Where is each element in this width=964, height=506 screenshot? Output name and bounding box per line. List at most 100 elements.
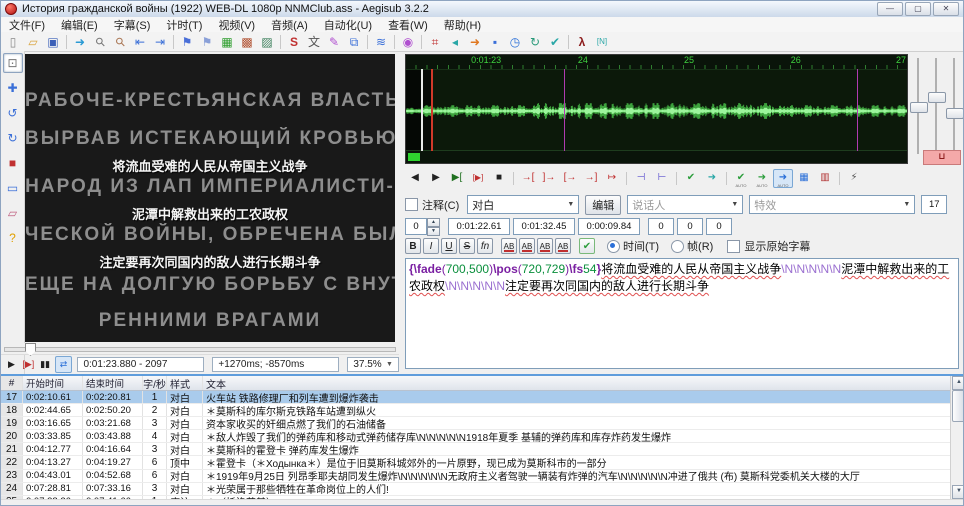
play-to-end-button[interactable]: ↦ (602, 169, 622, 188)
menu-item-3[interactable]: 计时(T) (158, 17, 210, 33)
grid-header-4[interactable]: 样式 (167, 376, 203, 390)
primary-color-button[interactable]: AB (501, 238, 517, 254)
styles-manager-button[interactable]: ▦ (217, 32, 237, 51)
stop-button[interactable]: ■ (489, 169, 509, 188)
resample-resolution-button[interactable]: ▩ (237, 32, 257, 51)
style-select[interactable]: 对白 ▼ (467, 195, 579, 214)
close-button[interactable]: ✕ (933, 2, 959, 16)
margin-right-field[interactable]: 0 (677, 218, 703, 235)
strikeout-button[interactable]: S (459, 238, 475, 254)
stop-preview-button[interactable]: ▪ (485, 32, 505, 51)
go-to-selection-button[interactable]: ➜ (702, 169, 722, 188)
subtitle-row-17[interactable]: 170:02:10.610:02:20.811对白火车站 铁路修理厂和列车遭到爆… (1, 391, 964, 404)
scroll-up-icon[interactable]: ▲ (952, 376, 964, 390)
selection-start-marker[interactable] (431, 69, 433, 151)
grid-scrollbar[interactable]: ▲ ▼ (950, 376, 964, 499)
show-original-checkbox[interactable] (727, 240, 740, 253)
lead-in-button[interactable]: ⊣ (631, 169, 651, 188)
new-file-button[interactable]: ▯ (3, 32, 23, 51)
subtitle-row-24[interactable]: 240:07:28.810:07:33.163对白＊光荣属于那些牺牲在革命岗位上… (1, 483, 964, 496)
play-before-selection-button[interactable]: →[ (518, 169, 538, 188)
video-pause-button[interactable]: ▮▮ (38, 357, 53, 372)
commit-button[interactable]: ✔ (681, 169, 701, 188)
translation-assistant-button[interactable]: 文 (304, 32, 324, 51)
grid-header-0[interactable]: # (1, 376, 23, 390)
grid-header-2[interactable]: 结束时间 (83, 376, 143, 390)
edit-style-button[interactable]: 编辑 (585, 195, 621, 215)
waveform-color-button[interactable]: ▥ (815, 169, 835, 188)
menu-item-7[interactable]: 查看(W) (380, 17, 436, 33)
fonts-collector-button[interactable]: ▨ (257, 32, 277, 51)
help-button[interactable]: ? (3, 228, 23, 248)
subtitle-row-22[interactable]: 220:04:13.270:04:19.276顶中＊霍登卡（＊Ходынка＊）… (1, 456, 964, 469)
time-mode-radio[interactable] (607, 240, 620, 253)
find-next-button[interactable]: ⚲ (110, 32, 130, 51)
play-first-500ms-button[interactable]: [→ (560, 169, 580, 188)
resample-button[interactable]: ↻ (525, 32, 545, 51)
layer-field[interactable]: 0 (405, 218, 427, 235)
layer-stepper[interactable]: ▲▼ (427, 218, 440, 235)
kanji-timer-button[interactable]: ◉ (398, 32, 418, 51)
subtitle-row-19[interactable]: 190:03:16.650:03:21.683对白资本家收买的奸细点燃了我们的石… (1, 417, 964, 430)
subtitle-row-20[interactable]: 200:03:33.850:03:43.884对白＊敌人炸毁了我们的弹药库和移动… (1, 430, 964, 443)
frame-mode-radio[interactable] (671, 240, 684, 253)
spectrum-mode-button[interactable]: ▦ (794, 169, 814, 188)
toggle-tags-button[interactable]: [N] (592, 32, 612, 51)
secondary-color-button[interactable]: AB (519, 238, 535, 254)
start-time-field[interactable]: 0:01:22.61 (448, 218, 510, 235)
automation-button[interactable]: λ (572, 32, 592, 51)
menu-item-5[interactable]: 音频(A) (263, 17, 316, 33)
h-zoom-slider-thumb[interactable] (910, 102, 928, 113)
keyframe-marker[interactable] (857, 69, 858, 151)
volume-slider-thumb[interactable] (946, 108, 964, 119)
auto-commit-button[interactable]: ✔AUTO (731, 169, 751, 188)
spell-toggle-button[interactable]: ✔ (545, 32, 565, 51)
rotate-z-tool-button[interactable]: ↺ (3, 103, 23, 123)
underline-button[interactable]: U (441, 238, 457, 254)
subtitle-text-editor[interactable]: {\fade(700,500)\pos(720,729)\fs54}将流血受难的… (405, 258, 959, 369)
auto-next-button[interactable]: ➜AUTO (752, 169, 772, 188)
menu-item-6[interactable]: 自动化(U) (316, 17, 380, 33)
shift-times-button[interactable]: ⌗ (425, 32, 445, 51)
restore-button[interactable]: ▢ (905, 2, 931, 16)
menu-item-4[interactable]: 视频(V) (210, 17, 263, 33)
standard-tool-button[interactable]: ⊡ (3, 53, 23, 73)
commit-button[interactable]: ✔ (579, 238, 595, 254)
properties-button[interactable]: ⚑ (177, 32, 197, 51)
shift-clock-button[interactable]: ◷ (505, 32, 525, 51)
play-after-selection-button[interactable]: ]→ (539, 169, 559, 188)
audio-waveform-panel[interactable]: 0:01:2324252627 (405, 54, 908, 164)
minimize-button[interactable]: — (877, 2, 903, 16)
video-zoom-select[interactable]: 37.5% ▼ (347, 357, 399, 372)
snap-start-to-video-button[interactable]: ⇤ (130, 32, 150, 51)
sort-lines-button[interactable]: ◂ (445, 32, 465, 51)
link-zoom-volume-button[interactable]: ⊔ (923, 150, 961, 165)
scroll-down-icon[interactable]: ▼ (952, 485, 964, 499)
line-boundary-marker[interactable] (421, 69, 423, 151)
margin-left-field[interactable]: 0 (648, 218, 674, 235)
scale-tool-button[interactable]: ■ (3, 153, 23, 173)
rotate-xy-tool-button[interactable]: ↻ (3, 128, 23, 148)
scroll-right-button[interactable]: ▶ (426, 169, 446, 188)
video-play-button[interactable]: ▶ (4, 357, 19, 372)
select-lines-button[interactable]: ➜ (465, 32, 485, 51)
menu-item-1[interactable]: 编辑(E) (53, 17, 106, 33)
save-file-button[interactable]: ▣ (43, 32, 63, 51)
grid-header-5[interactable]: 文本 (203, 376, 964, 390)
subtitle-row-18[interactable]: 180:02:44.650:02:50.202对白＊莫斯科的库尔斯克铁路车站遭到… (1, 404, 964, 417)
effect-select[interactable]: 特效 ▼ (749, 195, 915, 214)
video-auto-seek-toggle[interactable]: ⇄ (55, 356, 73, 373)
paste-over-button[interactable]: ⧉ (344, 32, 364, 51)
video-play-line-button[interactable]: [▶] (21, 357, 36, 372)
font-face-button[interactable]: fn (477, 238, 493, 254)
title-bar[interactable]: История гражданской войны (1922) WEB-DL … (1, 1, 963, 18)
menu-item-0[interactable]: 文件(F) (1, 17, 53, 33)
attachments-button[interactable]: ⚑ (197, 32, 217, 51)
styling-assistant-button[interactable]: ✎ (324, 32, 344, 51)
spell-checker-button[interactable]: S (284, 32, 304, 51)
drag-tool-button[interactable]: ✚ (3, 78, 23, 98)
outline-color-button[interactable]: AB (537, 238, 553, 254)
play-selection-button[interactable]: ▶[ (447, 169, 467, 188)
margin-vertical-field[interactable]: 0 (706, 218, 732, 235)
clip-tool-button[interactable]: ▭ (3, 178, 23, 198)
